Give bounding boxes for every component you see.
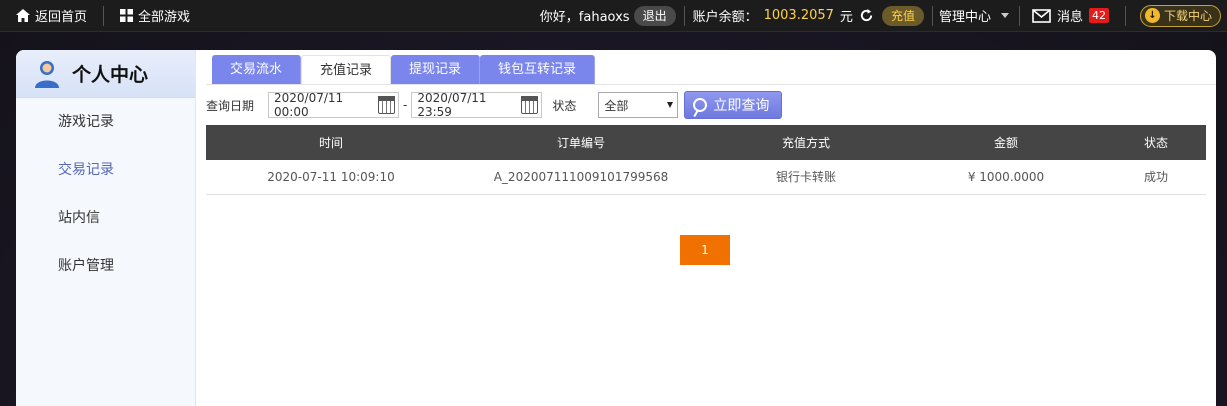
date-to-value: 2020/07/11 23:59 — [417, 91, 487, 119]
column-header-time: 时间 — [206, 125, 456, 160]
sidebar-title: 个人中心 — [72, 64, 149, 86]
balance-unit: 元 — [839, 10, 853, 25]
top-navbar: 返回首页 全部游戏 你好，fahaoxs 退出 账户余额： 1003.2057 … — [0, 0, 1227, 32]
tab-withdrawal-records[interactable]: 提现记录 — [391, 55, 481, 85]
logout-button[interactable]: 退出 — [633, 5, 676, 26]
download-icon: ↓ — [1144, 8, 1160, 23]
sidebar-item-game-records[interactable]: 游戏记录 — [16, 98, 195, 146]
greeting-text: 你好，fahaoxs — [539, 10, 630, 25]
home-label: 返回首页 — [35, 10, 88, 25]
date-from-value: 2020/07/11 00:00 — [274, 91, 344, 119]
messages-link[interactable]: 消息 42 — [1024, 0, 1117, 32]
cell-order-number: A_202007111009101799568 — [456, 160, 706, 195]
tab-transaction-flow[interactable]: 交易流水 — [212, 55, 302, 85]
chevron-down-icon — [667, 102, 674, 108]
sidebar-item-account-management[interactable]: 账户管理 — [16, 242, 195, 290]
user-icon — [35, 60, 59, 88]
messages-label: 消息 — [1056, 10, 1083, 25]
status-select[interactable]: 全部 — [598, 92, 679, 118]
table-row: 2020-07-11 10:09:10 A_202007111009101799… — [206, 160, 1206, 195]
query-button[interactable]: 立即查询 — [684, 91, 783, 119]
content-area: 交易流水 充值记录 提现记录 钱包互转记录 查询日期 2020/07/11 00… — [206, 50, 1216, 406]
mail-icon — [1032, 8, 1051, 23]
cell-amount: ¥ 1000.0000 — [906, 160, 1106, 195]
sidebar-item-transaction-records[interactable]: 交易记录 — [16, 146, 195, 194]
balance-value: 1003.2057 — [763, 8, 834, 23]
filter-bar: 查询日期 2020/07/11 00:00 - 2020/07/11 23:59… — [206, 91, 783, 119]
home-link[interactable]: 返回首页 — [8, 0, 95, 32]
manage-center-label: 管理中心 — [938, 10, 991, 25]
column-header-order-number: 订单编号 — [456, 125, 706, 160]
tab-bar: 交易流水 充值记录 提现记录 钱包互转记录 — [212, 55, 596, 85]
status-label: 状态 — [552, 98, 577, 113]
cell-status: 成功 — [1106, 160, 1206, 195]
home-icon — [16, 9, 30, 22]
search-icon — [693, 98, 708, 112]
divider — [683, 5, 685, 26]
divider — [103, 5, 105, 26]
calendar-icon[interactable] — [377, 96, 396, 114]
sidebar-item-inbox[interactable]: 站内信 — [16, 194, 195, 242]
manage-center-menu[interactable]: 管理中心 — [939, 0, 1015, 32]
sidebar: 个人中心 游戏记录 交易记录 站内信 账户管理 — [16, 50, 196, 406]
recharge-button[interactable]: 充值 — [881, 5, 924, 26]
download-center-button[interactable]: ↓ 下载中心 — [1139, 4, 1221, 27]
date-range-separator: - — [403, 98, 408, 112]
tab-wallet-transfer-records[interactable]: 钱包互转记录 — [480, 55, 596, 85]
chevron-down-icon — [1000, 13, 1009, 18]
download-center-label: 下载中心 — [1163, 9, 1212, 23]
date-from-input[interactable]: 2020/07/11 00:00 — [268, 91, 400, 119]
calendar-icon[interactable] — [520, 96, 539, 114]
refresh-icon[interactable] — [859, 8, 874, 23]
divider — [931, 5, 933, 26]
query-button-label: 立即查询 — [713, 98, 770, 114]
balance-label: 账户余额： — [692, 10, 758, 25]
tab-recharge-records[interactable]: 充值记录 — [301, 55, 392, 85]
cell-recharge-method: 银行卡转账 — [706, 160, 906, 195]
column-header-amount: 金额 — [906, 125, 1106, 160]
column-header-status: 状态 — [1106, 125, 1206, 160]
tab-underline — [206, 84, 1216, 85]
messages-count-badge: 42 — [1088, 8, 1109, 23]
all-games-link[interactable]: 全部游戏 — [112, 0, 198, 32]
pagination-page-1[interactable]: 1 — [680, 235, 730, 265]
main-panel: 个人中心 游戏记录 交易记录 站内信 账户管理 交易流水 充值记录 提现记录 钱… — [16, 50, 1216, 406]
table-header-row: 时间 订单编号 充值方式 金额 状态 — [206, 125, 1206, 160]
grid-icon — [120, 9, 134, 22]
divider — [1018, 5, 1020, 26]
date-to-input[interactable]: 2020/07/11 23:59 — [411, 91, 543, 119]
cell-time: 2020-07-11 10:09:10 — [206, 160, 456, 195]
all-games-label: 全部游戏 — [138, 10, 191, 25]
status-select-value: 全部 — [604, 98, 629, 113]
records-table: 时间 订单编号 充值方式 金额 状态 2020-07-11 10:09:10 A… — [206, 125, 1206, 195]
divider — [1124, 5, 1126, 26]
column-header-recharge-method: 充值方式 — [706, 125, 906, 160]
date-label: 查询日期 — [206, 98, 255, 113]
sidebar-header: 个人中心 — [16, 50, 195, 98]
